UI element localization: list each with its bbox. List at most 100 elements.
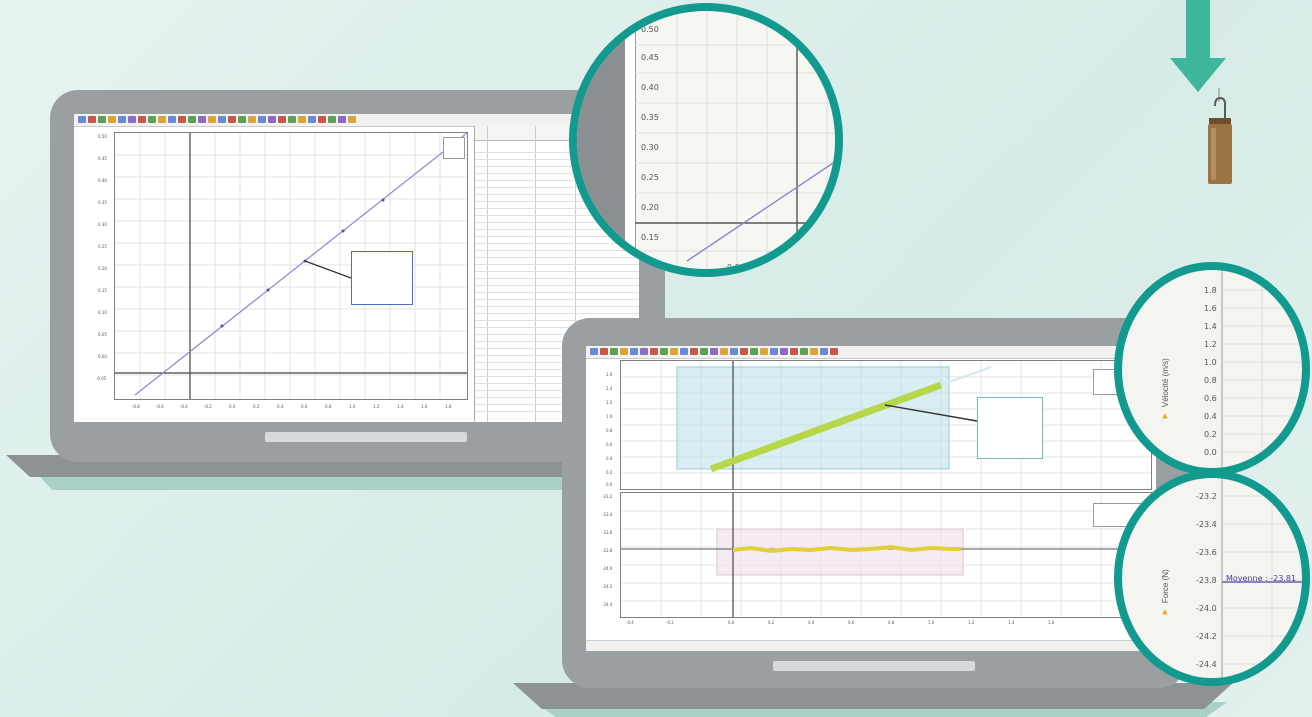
zoom-y-tick: 0.45 xyxy=(641,53,659,62)
x-tick-label: 0.4 xyxy=(808,620,815,625)
toolbar-icon[interactable] xyxy=(690,348,698,355)
toolbar-icon[interactable] xyxy=(700,348,708,355)
toolbar-icon[interactable] xyxy=(248,116,256,123)
y-tick-label: 1.0 xyxy=(606,414,613,419)
toolbar-icon[interactable] xyxy=(810,348,818,355)
left-graph-area[interactable] xyxy=(114,132,468,400)
toolbar-icon[interactable] xyxy=(730,348,738,355)
velocity-graph-area[interactable] xyxy=(620,360,1152,490)
toolbar-icon[interactable] xyxy=(630,348,638,355)
toolbar-icon[interactable] xyxy=(158,116,166,123)
zoom-y-tick: 1.6 xyxy=(1204,304,1217,313)
toolbar-icon[interactable] xyxy=(348,116,356,123)
toolbar-icon[interactable] xyxy=(288,116,296,123)
toolbar-icon[interactable] xyxy=(780,348,788,355)
toolbar-icon[interactable] xyxy=(338,116,346,123)
toolbar-icon[interactable] xyxy=(640,348,648,355)
toolbar-icon[interactable] xyxy=(660,348,668,355)
toolbar-icon[interactable] xyxy=(318,116,326,123)
zoom-y-tick: 1.2 xyxy=(1204,340,1217,349)
zoom-bubble-content: ▲ Vélocité (m/s) 1.8 1.6 1.4 1.2 1.0 0.8… xyxy=(1122,270,1302,468)
toolbar-icon[interactable] xyxy=(830,348,838,355)
toolbar-icon[interactable] xyxy=(740,348,748,355)
left-graph-svg xyxy=(115,133,467,399)
y-tick-label: 0.05 xyxy=(98,332,107,337)
toolbar-icon[interactable] xyxy=(600,348,608,355)
toolbar-icon[interactable] xyxy=(770,348,778,355)
toolbar-icon[interactable] xyxy=(298,116,306,123)
y-tick-label: -23.4 xyxy=(602,512,613,517)
force-graph-area[interactable] xyxy=(620,492,1152,618)
toolbar-icon[interactable] xyxy=(238,116,246,123)
toolbar-icon[interactable] xyxy=(680,348,688,355)
toolbar-icon[interactable] xyxy=(268,116,276,123)
right-laptop-trackpad-bar xyxy=(773,661,975,671)
toolbar-icon[interactable] xyxy=(258,116,266,123)
table-row xyxy=(475,307,639,314)
toolbar-icon[interactable] xyxy=(218,116,226,123)
toolbar-icon[interactable] xyxy=(308,116,316,123)
toolbar-icon[interactable] xyxy=(670,348,678,355)
zoom-x-tick: 0.0 xyxy=(727,263,740,272)
left-graph-options-box[interactable] xyxy=(443,137,465,159)
zoom-y-tick: -23.6 xyxy=(1196,548,1217,557)
zoom-y-tick: 0.40 xyxy=(641,83,659,92)
toolbar-icon[interactable] xyxy=(108,116,116,123)
zoom-y-tick: 0.4 xyxy=(1204,412,1217,421)
toolbar-icon[interactable] xyxy=(118,116,126,123)
x-tick-label: 0.2 xyxy=(253,404,260,409)
toolbar-icon[interactable] xyxy=(328,116,336,123)
force-axis-label: ▲ Force (N) xyxy=(1160,569,1170,616)
toolbar-icon[interactable] xyxy=(710,348,718,355)
zoom-y-tick: 1.4 xyxy=(1204,322,1217,331)
toolbar-icon[interactable] xyxy=(228,116,236,123)
x-tick-label: 0.0 xyxy=(229,404,236,409)
velocity-axis-label: ▲ Vélocité (m/s) xyxy=(1160,358,1170,420)
x-tick-label: -0.2 xyxy=(204,404,212,409)
toolbar-icon[interactable] xyxy=(790,348,798,355)
toolbar-icon[interactable] xyxy=(820,348,828,355)
x-tick-label: 1.2 xyxy=(373,404,380,409)
toolbar-icon[interactable] xyxy=(98,116,106,123)
toolbar-icon[interactable] xyxy=(760,348,768,355)
toolbar-icon[interactable] xyxy=(720,348,728,355)
toolbar-icon[interactable] xyxy=(800,348,808,355)
toolbar-icon[interactable] xyxy=(78,116,86,123)
zoom-y-tick: 1.0 xyxy=(1204,358,1217,367)
toolbar-icon[interactable] xyxy=(198,116,206,123)
toolbar-icon[interactable] xyxy=(88,116,96,123)
toolbar-icon[interactable] xyxy=(750,348,758,355)
velocity-fit-callout[interactable] xyxy=(977,397,1043,459)
toolbar-icon[interactable] xyxy=(188,116,196,123)
y-tick-label: 0.50 xyxy=(98,134,107,139)
toolbar-icon[interactable] xyxy=(650,348,658,355)
y-tick-label: -23.6 xyxy=(602,530,613,535)
y-tick-label: 0.0 xyxy=(606,482,613,487)
x-tick-label: 1.4 xyxy=(397,404,404,409)
velocity-graph-svg xyxy=(621,361,1151,489)
y-tick-label: 0.6 xyxy=(606,442,613,447)
force-graph-svg xyxy=(621,493,1151,617)
toolbar-icon[interactable] xyxy=(168,116,176,123)
toolbar-icon[interactable] xyxy=(128,116,136,123)
toolbar-icon[interactable] xyxy=(610,348,618,355)
zoom-y-tick: -24.2 xyxy=(1196,632,1217,641)
zoom-bubble-velocity: ▲ Vélocité (m/s) 1.8 1.6 1.4 1.2 1.0 0.8… xyxy=(1114,262,1310,476)
y-tick-label: 0.35 xyxy=(98,200,107,205)
toolbar-icon[interactable] xyxy=(148,116,156,123)
toolbar-icon[interactable] xyxy=(208,116,216,123)
left-fit-callout[interactable] xyxy=(351,251,413,305)
toolbar-icon[interactable] xyxy=(138,116,146,123)
toolbar-icon[interactable] xyxy=(178,116,186,123)
left-laptop-trackpad-bar xyxy=(265,432,467,442)
y-tick-label: 0.25 xyxy=(98,244,107,249)
toolbar-icon[interactable] xyxy=(278,116,286,123)
y-tick-label: 0.8 xyxy=(606,428,613,433)
y-tick-label: -0.05 xyxy=(96,376,107,381)
x-tick-label: 1.2 xyxy=(968,620,975,625)
zoom-y-tick: -23.8 xyxy=(1196,576,1217,585)
toolbar-icon[interactable] xyxy=(620,348,628,355)
y-tick-label: 0.00 xyxy=(98,354,107,359)
force-axis-text: Force (N) xyxy=(1160,569,1170,604)
toolbar-icon[interactable] xyxy=(590,348,598,355)
